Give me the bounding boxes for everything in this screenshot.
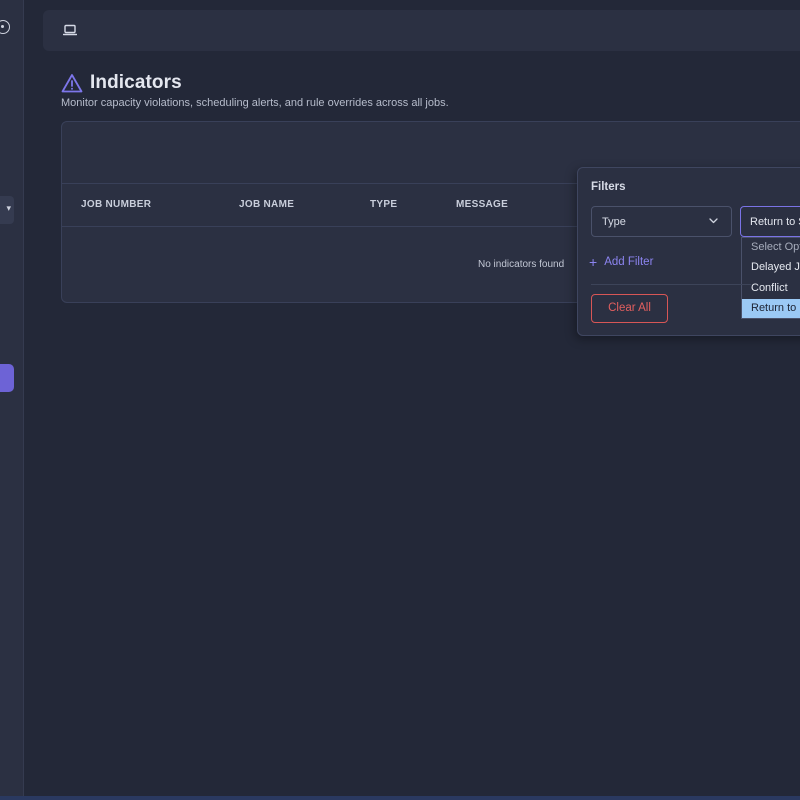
filter-value-text: Return to S [750, 216, 800, 228]
column-header-job-number[interactable]: JOB NUMBER [81, 199, 151, 210]
filter-value-select[interactable]: Return to S [740, 206, 800, 237]
dropdown-option[interactable]: Delayed J [742, 258, 800, 278]
page-header: Indicators [61, 70, 182, 96]
column-header-type[interactable]: TYPE [370, 199, 397, 210]
filters-title: Filters [591, 181, 626, 193]
filter-field-value: Type [602, 216, 626, 228]
dropdown-option-selected[interactable]: Return to [742, 298, 800, 318]
sidebar-item-active[interactable] [0, 364, 14, 392]
column-header-job-name[interactable]: JOB NAME [239, 199, 294, 210]
dropdown-option[interactable]: Select Opt [742, 238, 800, 258]
plus-icon: + [589, 254, 598, 270]
page-title: Indicators [90, 72, 182, 93]
circle-dot-icon[interactable] [0, 20, 10, 34]
divider [591, 284, 751, 285]
clear-all-button[interactable]: Clear All [591, 294, 668, 323]
bottom-strip [0, 796, 800, 800]
app-root: ▾ Indicators Monitor capacity violations… [0, 0, 800, 800]
dropdown-option[interactable]: Conflict [742, 279, 800, 299]
sidebar: ▾ [0, 0, 24, 800]
add-filter-label: Add Filter [604, 256, 654, 268]
add-filter-button[interactable]: + Add Filter [589, 254, 654, 270]
column-header-message[interactable]: MESSAGE [456, 199, 508, 210]
top-bar [43, 10, 800, 51]
page-subtitle: Monitor capacity violations, scheduling … [61, 97, 449, 109]
filter-panel: Filters Type Return to S Select Opt Dela… [577, 167, 800, 336]
filter-field-select[interactable]: Type [591, 206, 732, 237]
sidebar-select[interactable]: ▾ [0, 196, 14, 224]
empty-state-message: No indicators found [478, 259, 565, 270]
warning-icon [61, 74, 83, 93]
filter-value-options: Select Opt Delayed J Conflict Return to [741, 237, 800, 319]
laptop-icon[interactable] [63, 24, 77, 36]
chevron-down-icon: ▾ [6, 203, 11, 213]
chevron-down-icon [709, 218, 718, 224]
